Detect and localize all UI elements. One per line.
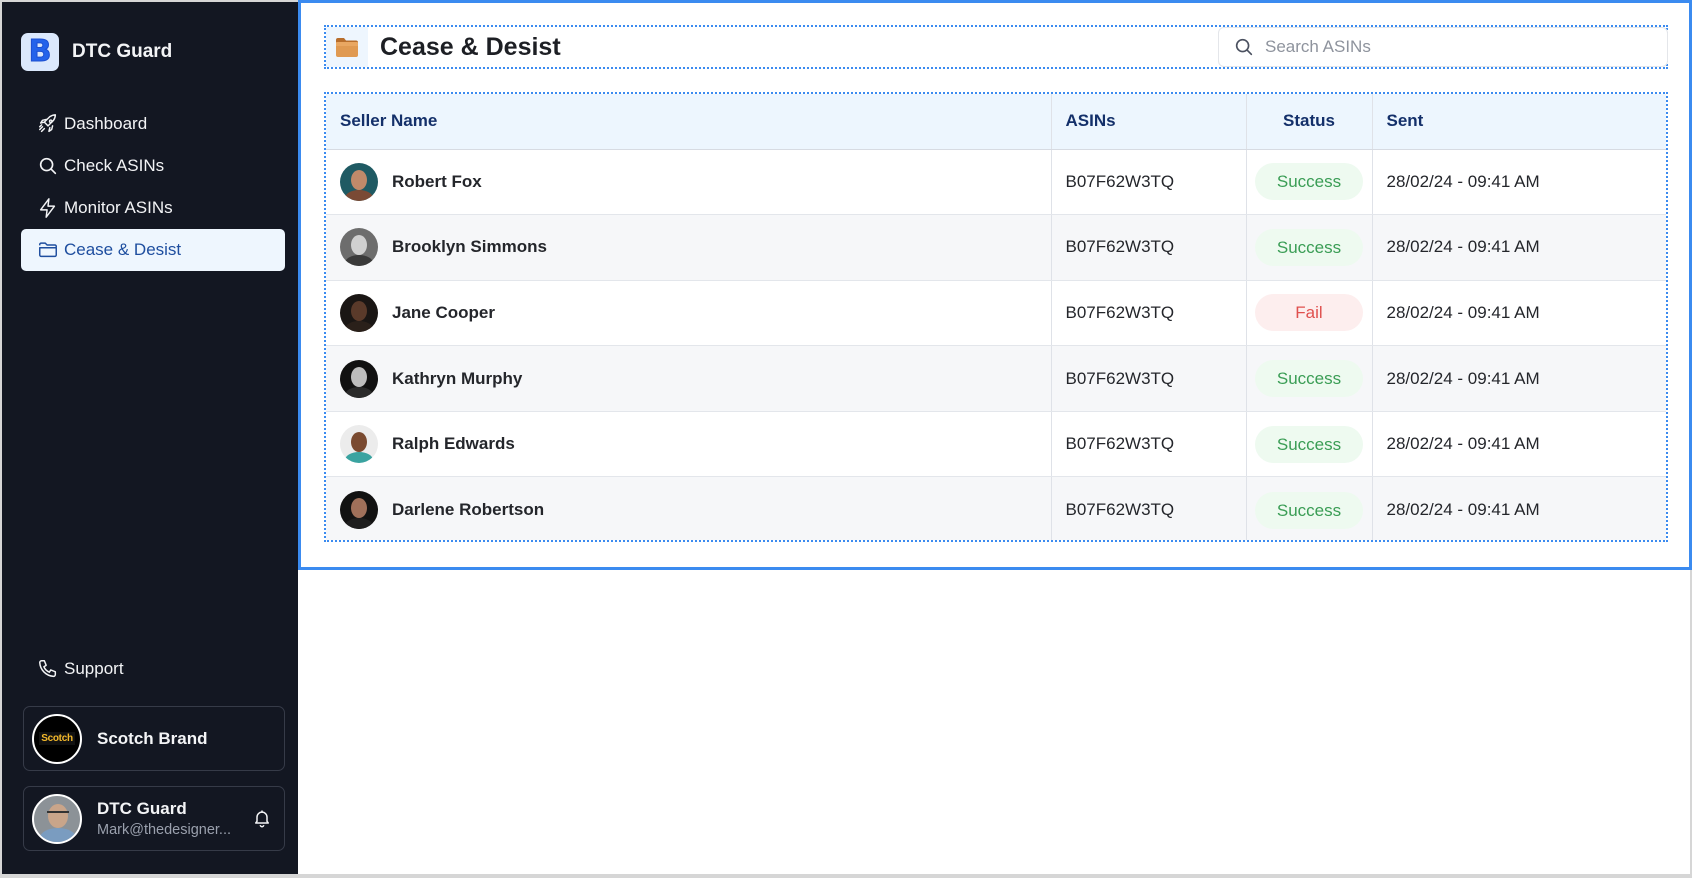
seller-name[interactable]: Darlene Robertson — [392, 500, 544, 520]
user-email: Mark@thedesigner... — [97, 822, 232, 838]
column-header-sent[interactable]: Sent — [1372, 94, 1666, 150]
sent-cell: 28/02/24 - 09:41 AM — [1372, 476, 1666, 540]
seller-avatar — [340, 491, 378, 530]
sidebar-item-dashboard[interactable]: Dashboard — [21, 103, 285, 145]
bell-icon[interactable] — [252, 808, 272, 828]
status-badge: Success — [1255, 491, 1363, 529]
asin-cell: B07F62W3TQ — [1051, 345, 1247, 412]
seller-cell: Ralph Edwards — [326, 411, 1052, 478]
status-badge: Success — [1255, 228, 1363, 266]
search-icon — [1235, 38, 1253, 56]
sidebar: B DTC Guard Dashboard Check ASINs Monito… — [2, 2, 298, 874]
sent-cell: 28/02/24 - 09:41 AM — [1372, 411, 1666, 478]
status-badge: Success — [1255, 163, 1363, 201]
app-name: DTC Guard — [72, 41, 173, 62]
user-name: DTC Guard — [97, 799, 187, 818]
sent-cell: 28/02/24 - 09:41 AM — [1372, 149, 1666, 216]
seller-avatar — [340, 228, 378, 267]
status-badge: Success — [1255, 425, 1363, 463]
table-row[interactable]: Jane Cooper B07F62W3TQ Fail 28/02/24 - 09:4… — [326, 280, 1666, 347]
sidebar-item-cease-desist[interactable]: Cease & Desist — [21, 229, 285, 271]
table-row[interactable]: Robert Fox B07F62W3TQ Success 28/02/24 - 09… — [326, 149, 1666, 216]
asin-cell: B07F62W3TQ — [1051, 280, 1247, 347]
status-cell: Success — [1246, 476, 1373, 540]
table-row[interactable]: Kathryn Murphy B07F62W3TQ Success 28/02/24 … — [326, 345, 1666, 412]
page-title: Cease & Desist — [380, 32, 561, 61]
user-avatar — [32, 793, 82, 844]
seller-cell: Darlene Robertson — [326, 476, 1052, 540]
brand-switcher-card[interactable]: Scotch Scotch Brand — [23, 706, 285, 771]
sidebar-item-monitor-asins[interactable]: Monitor ASINs — [21, 187, 285, 229]
column-header-asins[interactable]: ASINs — [1051, 94, 1247, 150]
sent-cell: 28/02/24 - 09:41 AM — [1372, 280, 1666, 347]
cease-desist-table: Seller Name ASINs Status Sent Robert Fox… — [324, 92, 1668, 542]
seller-cell: Kathryn Murphy — [326, 345, 1052, 412]
seller-avatar — [340, 359, 378, 398]
status-cell: Fail — [1246, 280, 1373, 347]
support-label: Support — [64, 659, 124, 678]
sidebar-item-check-asins[interactable]: Check ASINs — [21, 145, 285, 187]
asin-cell: B07F62W3TQ — [1051, 214, 1247, 281]
table-row[interactable]: Brooklyn Simmons B07F62W3TQ Success 28/02/2… — [326, 214, 1666, 281]
status-cell: Success — [1246, 411, 1373, 478]
seller-cell: Jane Cooper — [326, 280, 1052, 347]
support-link[interactable]: Support — [37, 658, 124, 680]
column-header-seller[interactable]: Seller Name — [326, 94, 1052, 150]
brand[interactable]: B DTC Guard — [21, 33, 172, 71]
sidebar-item-label: Cease & Desist — [64, 240, 182, 259]
search-icon — [39, 157, 57, 175]
lightning-icon — [39, 198, 56, 218]
column-header-status[interactable]: Status — [1246, 94, 1373, 150]
app-logo: B — [21, 33, 59, 71]
table-header-row: Seller Name ASINs Status Sent — [326, 94, 1666, 150]
seller-name[interactable]: Jane Cooper — [392, 303, 495, 323]
search-box[interactable] — [1218, 27, 1668, 67]
seller-cell: Robert Fox — [326, 149, 1052, 216]
brand-logo: Scotch — [32, 713, 82, 764]
seller-avatar — [340, 162, 378, 201]
folder-icon — [326, 27, 368, 67]
status-badge: Fail — [1255, 294, 1363, 332]
brand-card-name: Scotch Brand — [97, 728, 208, 748]
status-badge: Success — [1255, 360, 1363, 398]
table-row[interactable]: Ralph Edwards B07F62W3TQ Success 28/02/24 -… — [326, 411, 1666, 478]
table-row[interactable]: Darlene Robertson B07F62W3TQ Success 28/02/… — [326, 476, 1666, 540]
phone-icon — [39, 660, 57, 678]
seller-name[interactable]: Robert Fox — [392, 172, 482, 192]
seller-avatar — [340, 425, 378, 464]
sidebar-nav: Dashboard Check ASINs Monitor ASINs Ceas… — [21, 103, 285, 271]
sidebar-item-label: Check ASINs — [64, 156, 165, 175]
asin-cell: B07F62W3TQ — [1051, 411, 1247, 478]
rocket-icon — [39, 114, 57, 133]
seller-name[interactable]: Kathryn Murphy — [392, 369, 522, 389]
seller-cell: Brooklyn Simmons — [326, 214, 1052, 281]
sidebar-item-label: Monitor ASINs — [64, 198, 173, 217]
user-card[interactable]: DTC Guard Mark@thedesigner... — [23, 786, 285, 851]
search-input[interactable] — [1265, 37, 1645, 57]
sent-cell: 28/02/24 - 09:41 AM — [1372, 345, 1666, 412]
folder-icon — [39, 242, 57, 258]
seller-avatar — [340, 293, 378, 332]
status-cell: Success — [1246, 345, 1373, 412]
sent-cell: 28/02/24 - 09:41 AM — [1372, 214, 1666, 281]
seller-name[interactable]: Brooklyn Simmons — [392, 237, 547, 257]
status-cell: Success — [1246, 149, 1373, 216]
seller-name[interactable]: Ralph Edwards — [392, 434, 515, 454]
page-header: Cease & Desist — [324, 25, 1668, 69]
asin-cell: B07F62W3TQ — [1051, 149, 1247, 216]
asin-cell: B07F62W3TQ — [1051, 476, 1247, 540]
status-cell: Success — [1246, 214, 1373, 281]
sidebar-item-label: Dashboard — [64, 114, 148, 133]
